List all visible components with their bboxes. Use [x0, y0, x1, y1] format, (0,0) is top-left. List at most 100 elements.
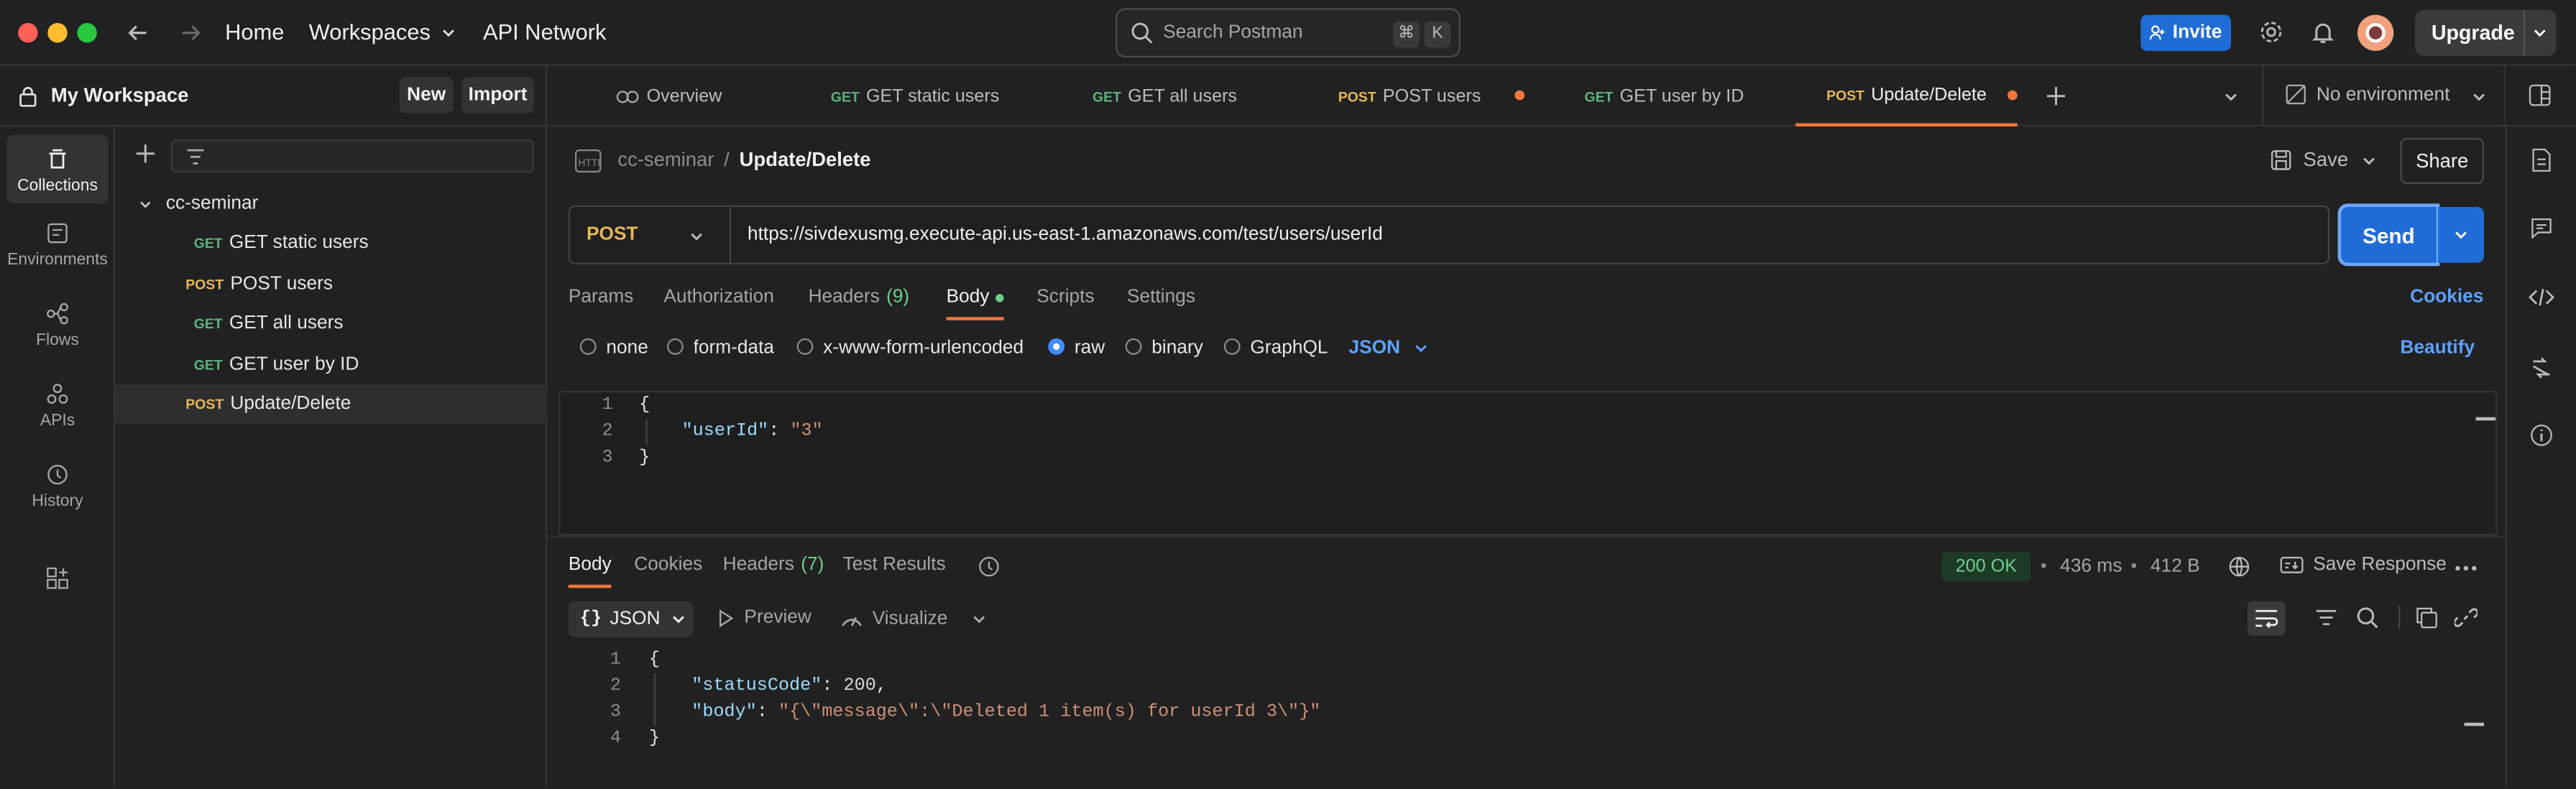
radio-urlencoded[interactable]: x-www-form-urlencoded [796, 338, 1024, 358]
share-button[interactable]: Share [2400, 137, 2484, 184]
response-format-select[interactable]: {} JSON [568, 601, 694, 637]
sidebar-item-get-static-users[interactable]: GET GET static users [115, 223, 546, 263]
invite-button[interactable]: Invite [2140, 14, 2231, 51]
beautify-link[interactable]: Beautify [2400, 338, 2475, 358]
documentation-icon[interactable] [2530, 148, 2553, 172]
chevron-down-icon[interactable] [2531, 24, 2548, 41]
tab-params[interactable]: Params [569, 287, 634, 307]
maximize-window-button[interactable] [77, 22, 97, 43]
bell-icon[interactable] [2312, 19, 2334, 44]
link-icon[interactable] [2454, 606, 2478, 629]
status-badge[interactable]: 200 OK [1941, 551, 2031, 582]
preview-button[interactable]: Preview [718, 608, 811, 627]
radio-form-data[interactable]: form-data [666, 338, 774, 358]
upgrade-button[interactable]: Upgrade [2414, 9, 2557, 56]
tab-get-all-users[interactable]: GET GET all users [1066, 65, 1263, 126]
import-button[interactable]: Import [461, 77, 534, 114]
comments-icon[interactable] [2530, 217, 2553, 240]
save-button[interactable]: Save [2271, 148, 2348, 171]
rail-apis[interactable]: APIs [6, 383, 109, 456]
tab-scripts[interactable]: Scripts [1036, 287, 1094, 307]
collection-cc-seminar[interactable]: cc-seminar [115, 184, 546, 223]
forward-arrow-icon[interactable] [179, 22, 202, 45]
workspaces-menu[interactable]: Workspaces [309, 19, 457, 45]
response-body-viewer[interactable]: 1 2 3 4 { "statusCode": 200, "body": "{\… [558, 647, 2497, 789]
workspace-header: My Workspace New Import [0, 65, 548, 126]
more-options-icon[interactable] [2455, 565, 2478, 571]
layout-icon[interactable] [2529, 84, 2552, 107]
right-rail [2505, 126, 2576, 789]
rail-environments[interactable]: Environments [6, 222, 109, 295]
visualize-button[interactable]: Visualize [841, 608, 987, 629]
code-icon[interactable] [2529, 287, 2555, 307]
plus-icon[interactable] [134, 143, 156, 165]
send-options-button[interactable] [2437, 206, 2484, 263]
tab-update-delete[interactable]: POST Update/Delete [1795, 65, 2018, 126]
tab-headers[interactable]: Headers (9) [809, 287, 910, 307]
sidebar-item-get-user-by-id[interactable]: GET GET user by ID [115, 345, 546, 384]
url-input[interactable]: https://sivdexusmg.execute-api.us-east-1… [729, 205, 2330, 264]
related-collections-icon[interactable] [2530, 356, 2553, 379]
search-icon[interactable] [2356, 606, 2379, 629]
method-value: POST [586, 225, 638, 245]
response-time[interactable]: 436 ms [2060, 557, 2122, 576]
radio-graphql[interactable]: GraphQL [1223, 338, 1328, 358]
back-arrow-icon[interactable] [126, 22, 150, 45]
radio-binary[interactable]: binary [1125, 338, 1203, 358]
response-size[interactable]: 412 B [2150, 557, 2200, 576]
response-tab-cookies[interactable]: Cookies [634, 555, 702, 575]
search-placeholder: Search Postman [1163, 22, 1303, 43]
wrap-lines-icon[interactable] [2247, 601, 2286, 636]
response-tab-body[interactable]: Body [568, 555, 612, 589]
tab-body[interactable]: Body [946, 287, 1005, 320]
chevron-down-icon[interactable] [970, 610, 987, 627]
tab-overview[interactable]: Overview [570, 65, 767, 126]
new-button[interactable]: New [399, 77, 454, 114]
radio-none[interactable]: none [579, 338, 648, 358]
minimize-window-button[interactable] [47, 22, 68, 43]
sidebar-item-update-delete[interactable]: POST Update/Delete [114, 384, 546, 424]
rail-flows[interactable]: Flows [6, 303, 109, 375]
filter-icon[interactable] [2315, 608, 2338, 627]
history-icon[interactable] [978, 555, 1000, 578]
response-tab-test-results[interactable]: Test Results [843, 555, 946, 575]
rail-collections[interactable]: Collections [6, 134, 109, 204]
chevron-down-icon[interactable] [2223, 88, 2240, 105]
workspace-name[interactable]: My Workspace [51, 84, 189, 107]
network-globe-icon[interactable] [2227, 555, 2252, 580]
body-format-select[interactable]: JSON [1349, 338, 1430, 358]
avatar[interactable] [2357, 14, 2394, 51]
sidebar-item-get-all-users[interactable]: GET GET all users [115, 304, 546, 343]
copy-icon[interactable] [2415, 606, 2438, 629]
chevron-down-icon [689, 229, 705, 245]
send-button[interactable]: Send [2341, 206, 2437, 263]
code-line: { [648, 650, 660, 670]
radio-raw[interactable]: raw [1048, 338, 1105, 358]
breadcrumb-parent[interactable]: cc-seminar [617, 148, 714, 171]
tab-get-static-users[interactable]: GET GET static users [816, 65, 1013, 126]
home-link[interactable]: Home [225, 19, 284, 44]
tab-get-user-by-id[interactable]: GET GET user by ID [1565, 65, 1762, 126]
http-icon: HTTP [574, 149, 602, 172]
environment-selector[interactable]: No environment [2285, 84, 2498, 106]
info-icon[interactable] [2530, 424, 2553, 447]
api-network-link[interactable]: API Network [483, 19, 606, 44]
chevron-down-icon[interactable] [2361, 153, 2378, 170]
plus-icon[interactable] [2046, 86, 2067, 107]
sidebar-item-post-users[interactable]: POST POST users [115, 264, 546, 304]
search-bar[interactable]: Search Postman ⌘ K [1115, 8, 1460, 57]
tab-post-users[interactable]: POST POST users [1311, 65, 1508, 126]
save-response-button[interactable]: Save Response [2280, 555, 2447, 575]
close-window-button[interactable] [18, 22, 38, 43]
gear-icon[interactable] [2259, 19, 2283, 44]
response-tab-headers[interactable]: Headers (7) [723, 555, 824, 575]
filter-input[interactable] [170, 139, 534, 172]
tab-settings[interactable]: Settings [1127, 287, 1195, 307]
tab-authorization[interactable]: Authorization [663, 287, 773, 307]
cookies-link[interactable]: Cookies [2410, 287, 2483, 307]
request-body-editor[interactable]: 1 2 3 { "userId": "3" } [558, 390, 2498, 536]
rail-history[interactable]: History [6, 463, 109, 536]
breadcrumb-current[interactable]: Update/Delete [740, 148, 871, 171]
add-workbench-icon[interactable] [46, 567, 69, 590]
method-select[interactable]: POST [568, 205, 730, 264]
